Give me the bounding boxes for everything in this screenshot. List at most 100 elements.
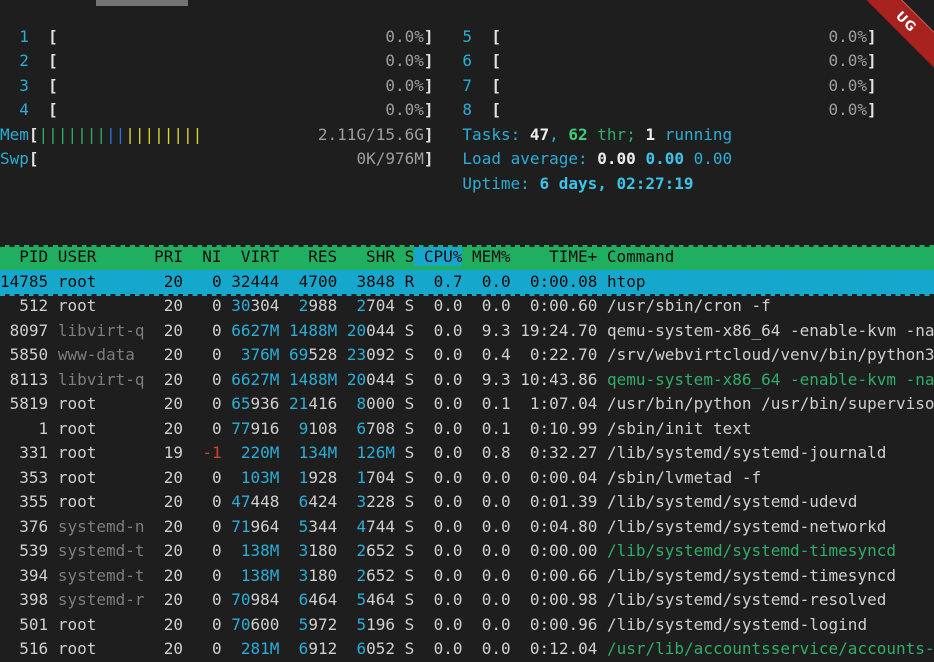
priority: 20 (145, 492, 193, 511)
nice: 0 (193, 345, 222, 364)
mem-pipes-yellow: |||||||| (125, 125, 202, 144)
swp-meter-and-load: Swp[ 0K/976M] Load average: 0.00 0.00 0.… (0, 147, 934, 172)
user: root (58, 639, 145, 658)
cpu-id: 3 (19, 76, 29, 95)
column-header-time[interactable]: TIME+ (511, 247, 598, 266)
text (395, 541, 405, 560)
text (279, 517, 289, 536)
mem-value-low: 848 (366, 272, 395, 291)
text (472, 27, 491, 46)
column-header-pri[interactable]: PRI (145, 247, 184, 266)
mem-value-high: 23 (347, 345, 366, 364)
text (395, 272, 405, 291)
text (279, 272, 289, 291)
text (29, 51, 48, 70)
text (414, 639, 424, 658)
mem-value: 281M (231, 639, 279, 658)
text (48, 321, 58, 340)
text (48, 590, 58, 609)
column-header-s[interactable]: S (395, 247, 414, 266)
text (684, 149, 694, 168)
text (48, 370, 58, 389)
pid: 512 (0, 296, 48, 315)
mem-value-low: 044 (366, 370, 395, 389)
cpu-meter-row: 3 [ 0.0%] 7 [ 0.0%] (0, 74, 934, 99)
column-header-virt[interactable]: VIRT (222, 247, 280, 266)
process-row-14785[interactable]: 14785 root 20 0 32444 4700 3848 R 0.7 0.… (0, 270, 934, 295)
process-row-398[interactable]: 398 systemd-r 20 0 70984 6464 5464 S 0.0… (0, 588, 934, 613)
process-row-394[interactable]: 394 systemd-t 20 0 138M 3180 2652 S 0.0 … (0, 564, 934, 589)
text (279, 345, 289, 364)
column-header-user[interactable]: USER (48, 247, 144, 266)
text (58, 51, 386, 70)
column-header-pid[interactable]: PID (0, 247, 48, 266)
command: /sbin/init text (607, 419, 934, 438)
column-header-mem[interactable]: MEM% (462, 247, 510, 266)
text (0, 51, 19, 70)
process-row-539[interactable]: 539 systemd-t 20 0 138M 3180 2652 S 0.0 … (0, 539, 934, 564)
process-table-header[interactable]: PID USER PRI NI VIRT RES SHR S CPU% MEM%… (0, 245, 934, 270)
text (395, 296, 405, 315)
process-row-516[interactable]: 516 root 20 0 281M 6912 6052 S 0.0 0.0 0… (0, 637, 934, 662)
column-header-ni[interactable]: NI (183, 247, 222, 266)
command: /sbin/lvmetad -f (607, 468, 934, 487)
column-header-cpu[interactable]: CPU% (414, 247, 462, 266)
column-header-res[interactable]: RES (279, 247, 337, 266)
process-row-8097[interactable]: 8097 libvirt-q 20 0 6627M 1488M 20044 S … (0, 319, 934, 344)
state: S (405, 296, 415, 315)
process-row-501[interactable]: 501 root 20 0 70600 5972 5196 S 0.0 0.0 … (0, 613, 934, 638)
command: /lib/systemd/systemd-logind (607, 615, 934, 634)
text (414, 443, 424, 462)
user: systemd-r (58, 590, 145, 609)
mem-value-low: 708 (366, 419, 395, 438)
swp-label: Swp (0, 149, 29, 168)
cpu-mem-time: 0.0 0.4 0:22.70 (424, 345, 607, 364)
text (472, 76, 491, 95)
nice: 0 (193, 492, 222, 511)
command: /lib/systemd/systemd-networkd (607, 517, 934, 536)
text (58, 76, 386, 95)
mem-value-low: 448 (251, 492, 280, 511)
user: libvirt-q (58, 321, 145, 340)
text (395, 566, 405, 585)
mem-value-high: 30 (231, 296, 250, 315)
nice: 0 (193, 566, 222, 585)
process-row-1[interactable]: 1 root 20 0 77916 9108 6708 S 0.0 0.1 0:… (0, 417, 934, 442)
priority: 20 (145, 541, 193, 560)
pid: 14785 (0, 272, 48, 291)
priority: 20 (145, 517, 193, 536)
user: root (58, 394, 145, 413)
column-header-shr[interactable]: SHR (337, 247, 395, 266)
process-row-353[interactable]: 353 root 20 0 103M 1928 1704 S 0.0 0.0 0… (0, 466, 934, 491)
process-row-512[interactable]: 512 root 20 0 30304 2988 2704 S 0.0 0.0 … (0, 294, 934, 319)
text (337, 419, 347, 438)
mem-value-low: 304 (251, 296, 280, 315)
mem-value-high: 6 (347, 419, 366, 438)
text (48, 419, 58, 438)
process-row-5819[interactable]: 5819 root 20 0 65936 21416 8000 S 0.0 0.… (0, 392, 934, 417)
process-row-5850[interactable]: 5850 www-data 20 0 376M 69528 23092 S 0.… (0, 343, 934, 368)
process-row-331[interactable]: 331 root 19 -1 220M 134M 126M S 0.0 0.8 … (0, 441, 934, 466)
state: S (405, 517, 415, 536)
cpu-mem-time: 0.0 0.0 0:00.98 (424, 590, 607, 609)
mem-value-low: 652 (366, 541, 395, 560)
text (395, 468, 405, 487)
process-row-355[interactable]: 355 root 20 0 47448 6424 3228 S 0.0 0.0 … (0, 490, 934, 515)
command: htop (607, 272, 934, 291)
process-row-8113[interactable]: 8113 libvirt-q 20 0 6627M 1488M 20044 S … (0, 368, 934, 393)
command: /lib/systemd/systemd-timesyncd (607, 566, 934, 585)
text (48, 541, 58, 560)
process-row-376[interactable]: 376 systemd-n 20 0 71964 5344 4744 S 0.0… (0, 515, 934, 540)
text (222, 615, 232, 634)
threads-count: 62 (568, 125, 587, 144)
uptime-row: Uptime: 6 days, 02:27:19 (0, 172, 934, 197)
text (0, 100, 19, 119)
user: root (58, 296, 145, 315)
column-header-command[interactable]: Command (597, 247, 934, 266)
mem-value-high: 47 (231, 492, 250, 511)
mem-value-high: 2 (347, 296, 366, 315)
text (222, 321, 232, 340)
mem-value-high: 6 (347, 639, 366, 658)
mem-value: 103M (231, 468, 279, 487)
user: root (58, 272, 145, 291)
